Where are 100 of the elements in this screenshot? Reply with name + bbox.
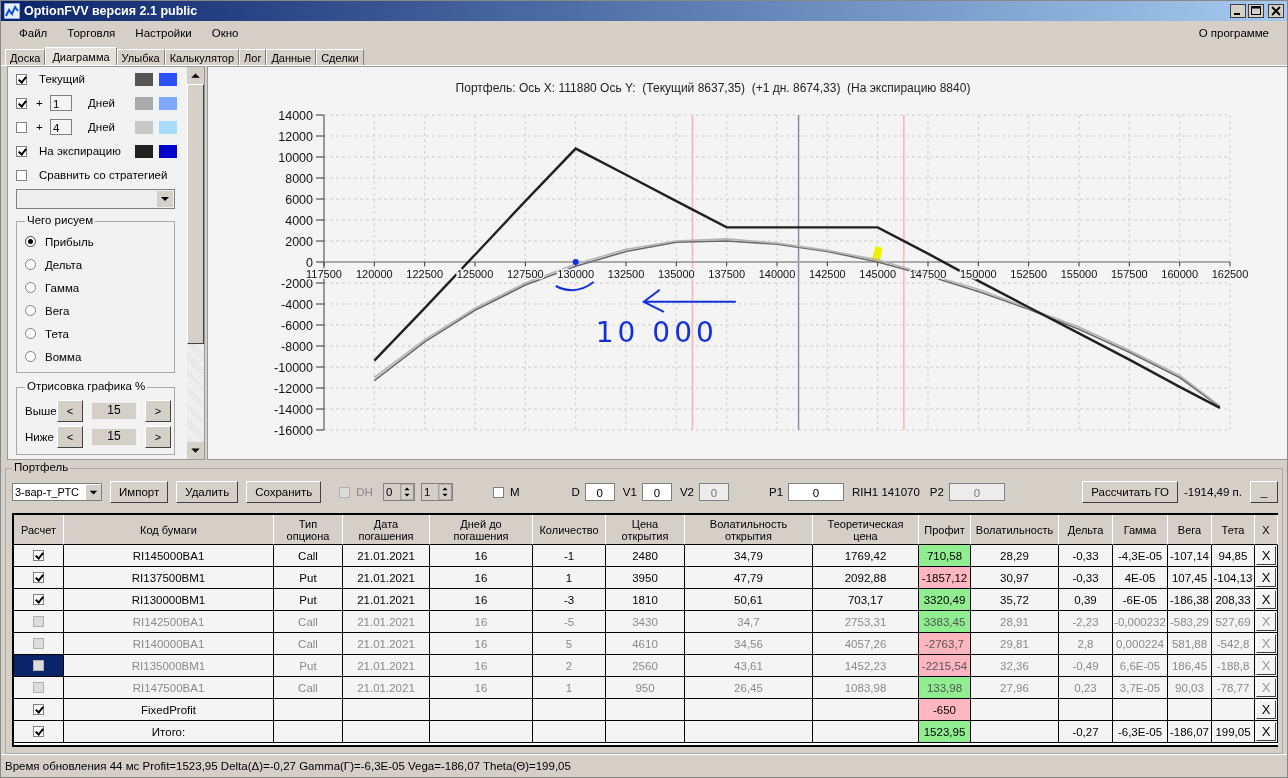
table-cell (1059, 699, 1113, 721)
scrollbar[interactable] (187, 67, 204, 459)
color-swatch[interactable] (135, 144, 153, 158)
table-cell[interactable] (14, 655, 64, 677)
days-field[interactable]: 1 (50, 95, 72, 111)
radio-button[interactable] (25, 328, 36, 339)
y-tick-label: -4000 (281, 298, 313, 312)
tab[interactable]: Лог (239, 49, 267, 65)
minimize-icon[interactable] (1230, 4, 1246, 18)
toolbar-button[interactable]: Удалить (176, 481, 239, 503)
radio-button[interactable] (25, 259, 36, 270)
strategy-dropdown[interactable] (16, 189, 175, 209)
decrease-button[interactable]: < (57, 426, 83, 448)
delete-button[interactable]: X (1256, 546, 1276, 565)
checkbox[interactable] (33, 638, 44, 649)
checkbox[interactable] (33, 682, 44, 693)
tab[interactable]: Улыбка (116, 49, 165, 65)
spinner-field[interactable]: 1 (420, 483, 453, 501)
increase-button[interactable]: > (145, 426, 171, 448)
input-field[interactable]: 0 (788, 483, 845, 501)
x-tick-label: 125000 (456, 268, 494, 280)
delete-button[interactable]: X (1256, 568, 1276, 587)
table-cell[interactable] (14, 721, 64, 743)
scrollbar-thumb[interactable] (187, 84, 204, 344)
percent-field[interactable]: 15 (91, 402, 137, 420)
delete-button[interactable]: X (1256, 722, 1276, 741)
minimize-button[interactable]: _ (1250, 481, 1278, 503)
checkbox[interactable] (33, 726, 44, 737)
table-cell: Call (274, 677, 343, 699)
y-tick-label: 6000 (285, 193, 313, 207)
spin-arrows-icon[interactable] (399, 484, 414, 500)
toolbar-button[interactable]: Импорт (110, 481, 169, 503)
toolbar-button[interactable]: Сохранить (246, 481, 322, 503)
color-swatch[interactable] (135, 96, 153, 110)
checkbox[interactable] (33, 616, 44, 627)
scroll-up-icon[interactable] (187, 67, 204, 84)
menu-item[interactable]: О программе (1188, 25, 1279, 41)
increase-button[interactable]: > (145, 400, 171, 422)
table-cell[interactable] (14, 567, 64, 589)
series-label: Дней (88, 121, 115, 133)
delete-button[interactable]: X (1256, 700, 1276, 719)
table-cell[interactable] (14, 611, 64, 633)
maximize-icon[interactable] (1248, 4, 1264, 18)
percent-field[interactable]: 15 (91, 428, 137, 446)
checkbox[interactable] (33, 660, 44, 671)
radio-button[interactable] (25, 351, 36, 362)
series-label: Дней (88, 97, 115, 109)
color-swatch[interactable] (159, 96, 177, 110)
checkbox[interactable] (16, 73, 27, 85)
spinner-field[interactable]: 0 (382, 483, 415, 501)
spin-arrows-icon[interactable] (437, 484, 452, 500)
table-cell: 27,96 (971, 677, 1059, 699)
radio-button[interactable] (25, 282, 36, 293)
color-swatch[interactable] (159, 144, 177, 158)
table-cell: 4E-05 (1113, 567, 1168, 589)
days-field[interactable]: 4 (50, 119, 72, 135)
checkbox[interactable] (33, 572, 44, 583)
input-field[interactable]: 0 (584, 483, 615, 501)
menu-item[interactable]: Окно (201, 25, 249, 41)
table-cell: 16 (430, 677, 533, 699)
radio-label: Вега (45, 304, 70, 317)
color-swatch[interactable] (159, 72, 177, 86)
table-cell[interactable] (14, 545, 64, 567)
tab[interactable]: Данные (266, 49, 317, 65)
calculate-button[interactable]: Рассчитать ГО (1082, 481, 1178, 503)
table-cell: 3383,45 (919, 611, 971, 633)
color-swatch[interactable] (135, 72, 153, 86)
scroll-down-icon[interactable] (187, 442, 204, 459)
checkbox[interactable] (33, 704, 44, 715)
radio-button[interactable] (25, 236, 36, 247)
checkbox[interactable] (33, 550, 44, 561)
menu-item[interactable]: Файл (9, 25, 58, 41)
table-cell[interactable] (14, 633, 64, 655)
checkbox[interactable] (33, 594, 44, 605)
checkbox[interactable] (492, 486, 504, 498)
color-swatch[interactable] (135, 120, 153, 134)
group-title: Чего рисуем (25, 214, 96, 226)
table-cell[interactable] (14, 677, 64, 699)
tab[interactable]: Калькулятор (164, 49, 240, 65)
radio-button[interactable] (25, 305, 36, 316)
x-tick-label: 155000 (1060, 268, 1098, 280)
checkbox[interactable] (16, 145, 27, 157)
color-swatch[interactable] (159, 120, 177, 134)
table-cell[interactable] (14, 589, 64, 611)
strategy-dropdown[interactable]: 3-вар-т_РТС (12, 483, 102, 501)
tab[interactable]: Сделки (316, 49, 364, 65)
close-icon[interactable] (1268, 4, 1284, 18)
menu-item[interactable]: Настройки (125, 25, 202, 41)
series-label: Текущий (39, 73, 85, 85)
checkbox[interactable] (16, 169, 27, 181)
table-cell: 1810 (606, 589, 685, 611)
delete-button[interactable]: X (1256, 590, 1276, 609)
table-cell[interactable] (14, 699, 64, 721)
checkbox[interactable] (16, 121, 27, 133)
tab[interactable]: Доска (5, 49, 46, 65)
input-field[interactable]: 0 (641, 483, 672, 501)
x-tick-label: 137500 (708, 268, 746, 280)
checkbox[interactable] (16, 97, 27, 109)
decrease-button[interactable]: < (57, 400, 83, 422)
menu-item[interactable]: Торговля (57, 25, 126, 41)
